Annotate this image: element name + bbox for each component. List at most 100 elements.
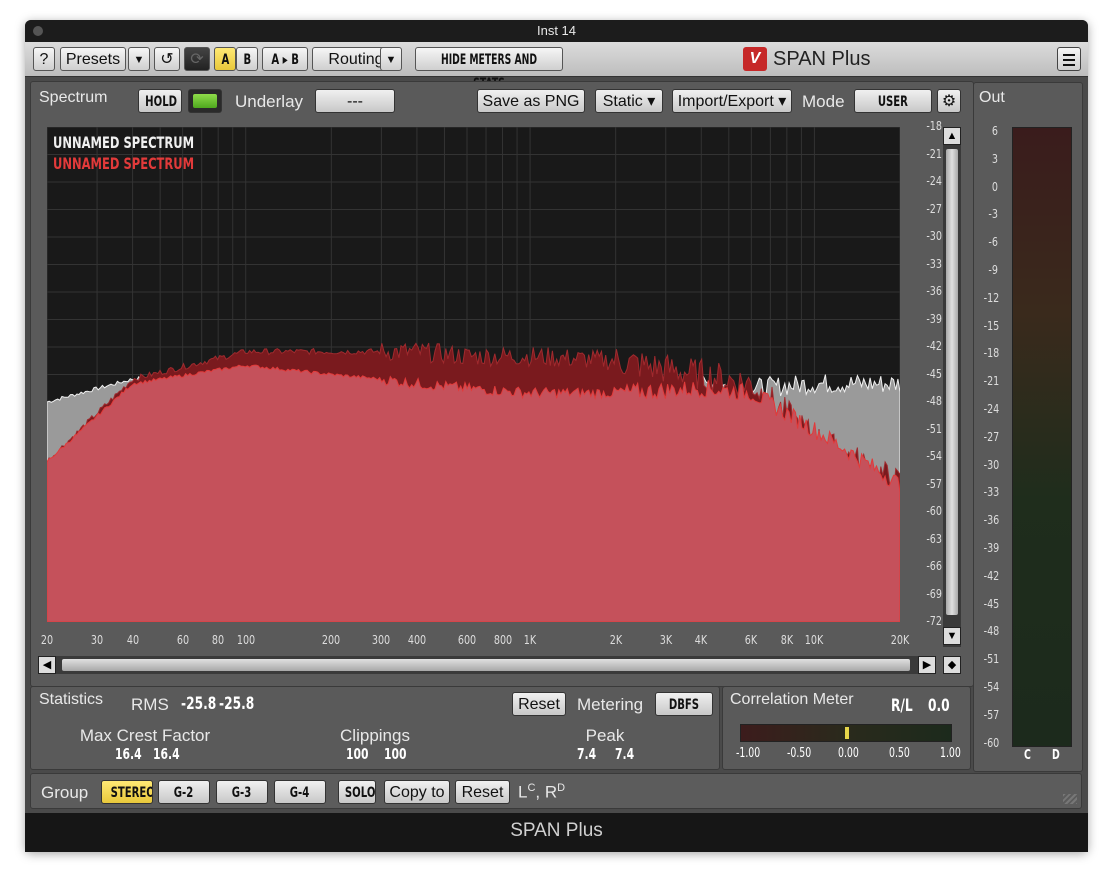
- out-tick-label: -60: [983, 735, 1000, 750]
- brand-name: SPAN Plus: [773, 47, 871, 70]
- correlation-meter-bar: [740, 724, 952, 742]
- main-menu-button[interactable]: [1057, 47, 1081, 71]
- clippings-label: Clippings: [340, 726, 410, 745]
- spectrum-plot[interactable]: UNNAMED SPECTRUM UNNAMED SPECTRUM: [47, 127, 900, 622]
- scroll-down-icon[interactable]: ▼: [943, 627, 961, 645]
- y-tick-label: -48: [926, 394, 942, 408]
- spectrum-legend: UNNAMED SPECTRUM UNNAMED SPECTRUM: [53, 133, 249, 173]
- y-tick-label: -45: [926, 366, 942, 381]
- state-b-button[interactable]: B: [236, 47, 258, 71]
- correlation-tick-label: -1.00: [736, 746, 761, 761]
- x-tick-label: 100: [236, 633, 255, 647]
- copy-to-button[interactable]: Copy to: [384, 780, 450, 804]
- import-export-select[interactable]: Import/Export ▾: [672, 89, 792, 113]
- presets-dropdown-button[interactable]: ▼: [128, 47, 150, 71]
- correlation-tab: Correlation Meter: [730, 691, 854, 708]
- horizontal-scrollbar[interactable]: ◀ ▶: [38, 656, 936, 674]
- state-a-button[interactable]: A: [214, 47, 236, 71]
- out-tick-label: -54: [983, 680, 1000, 694]
- scroll-left-icon[interactable]: ◀: [38, 656, 56, 674]
- statistics-reset-button[interactable]: Reset: [512, 692, 566, 716]
- y-tick-label: -24: [926, 174, 942, 188]
- x-tick-label: 800: [493, 633, 512, 647]
- redo-icon: ⟳: [190, 51, 204, 68]
- correlation-indicator: [845, 727, 849, 739]
- out-tick-label: -48: [983, 624, 1000, 639]
- group-stereo-button[interactable]: STEREO: [101, 780, 153, 804]
- y-tick-label: -33: [926, 256, 942, 271]
- help-button[interactable]: ?: [33, 47, 55, 71]
- out-tick-label: -21: [983, 374, 1000, 389]
- spectrum-tab[interactable]: Spectrum: [39, 89, 107, 107]
- horizontal-scroll-thumb[interactable]: [62, 659, 910, 671]
- undo-button[interactable]: ↺: [154, 47, 180, 71]
- x-tick-label: 40: [126, 633, 139, 647]
- out-tick-label: -45: [983, 596, 1000, 611]
- x-tick-label: 3K: [659, 633, 672, 647]
- rms-left-value: -25.8: [181, 694, 217, 714]
- window-footer: SPAN Plus: [25, 813, 1088, 852]
- presets-button[interactable]: Presets: [60, 47, 126, 71]
- resize-handle-icon[interactable]: [1063, 794, 1077, 804]
- x-tick-label: 20: [40, 633, 54, 647]
- out-tick-label: -9: [988, 263, 998, 277]
- vertical-scrollbar[interactable]: ▲ ▼: [943, 127, 961, 647]
- x-tick-label: 10K: [805, 633, 824, 647]
- hold-toggle[interactable]: [188, 89, 222, 113]
- output-level-meter: [1012, 127, 1072, 747]
- x-tick-label: 2K: [609, 633, 622, 647]
- zoom-reset-icon[interactable]: ◆: [943, 656, 961, 674]
- out-tab: Out: [979, 89, 1005, 106]
- out-channel-d: D: [1052, 748, 1060, 763]
- routing-dropdown-button[interactable]: ▼: [380, 47, 402, 71]
- x-tick-label: 1K: [523, 633, 537, 647]
- rms-right-value: -25.8: [219, 694, 255, 714]
- out-tick-label: -12: [983, 290, 1000, 305]
- hide-meters-button[interactable]: HIDE METERS AND STATS: [415, 47, 563, 92]
- mode-select[interactable]: USER: [854, 89, 932, 113]
- scroll-up-icon[interactable]: ▲: [943, 127, 961, 145]
- copy-a-to-b-button[interactable]: A ▸ B: [262, 47, 308, 71]
- group-g4-button[interactable]: G-4: [274, 780, 326, 804]
- hold-button[interactable]: HOLD: [138, 89, 182, 113]
- out-tick-label: -33: [983, 485, 1000, 500]
- group-g3-button[interactable]: G-3: [216, 780, 268, 804]
- vertical-scroll-thumb[interactable]: [946, 149, 958, 615]
- y-tick-label: -54: [926, 449, 942, 463]
- group-reset-button[interactable]: Reset: [455, 780, 510, 804]
- x-tick-label: 4K: [695, 633, 708, 647]
- correlation-mode[interactable]: R/L: [891, 696, 913, 716]
- x-tick-label: 20K: [890, 633, 910, 647]
- x-tick-label: 300: [372, 633, 391, 647]
- out-tick-label: -36: [983, 513, 1000, 528]
- scroll-right-icon[interactable]: ▶: [918, 656, 936, 674]
- x-tick-label: 600: [457, 633, 477, 647]
- window-close-dot[interactable]: [33, 26, 43, 36]
- crest-left-value: 16.4: [115, 745, 142, 763]
- out-tick-label: 6: [991, 124, 998, 138]
- y-tick-label: -27: [926, 201, 942, 216]
- metering-select[interactable]: DBFS: [655, 692, 713, 716]
- static-select[interactable]: Static ▾: [595, 89, 663, 113]
- y-tick-label: -69: [926, 586, 942, 601]
- settings-button[interactable]: ⚙: [937, 89, 961, 113]
- group-g2-button[interactable]: G-2: [158, 780, 210, 804]
- out-tick-label: -15: [983, 318, 1000, 333]
- clippings-right-value: 100: [384, 745, 407, 763]
- peak-label: Peak: [585, 726, 625, 745]
- y-tick-label: -63: [926, 531, 942, 546]
- y-tick-label: -42: [926, 339, 942, 353]
- spectrum-chart: [47, 127, 900, 622]
- brand: V SPAN Plus: [743, 46, 870, 72]
- x-tick-label: 6K: [745, 633, 758, 647]
- y-tick-label: -60: [926, 504, 942, 518]
- solo-button[interactable]: SOLO: [338, 780, 376, 804]
- x-tick-label: 60: [176, 633, 189, 647]
- save-png-button[interactable]: Save as PNG: [477, 89, 585, 113]
- out-channel-c: C: [1024, 748, 1031, 763]
- mode-label: Mode: [802, 92, 845, 111]
- y-tick-label: -18: [926, 119, 942, 133]
- underlay-select[interactable]: ---: [315, 89, 395, 113]
- redo-button[interactable]: ⟳: [184, 47, 210, 71]
- y-tick-label: -21: [926, 146, 942, 161]
